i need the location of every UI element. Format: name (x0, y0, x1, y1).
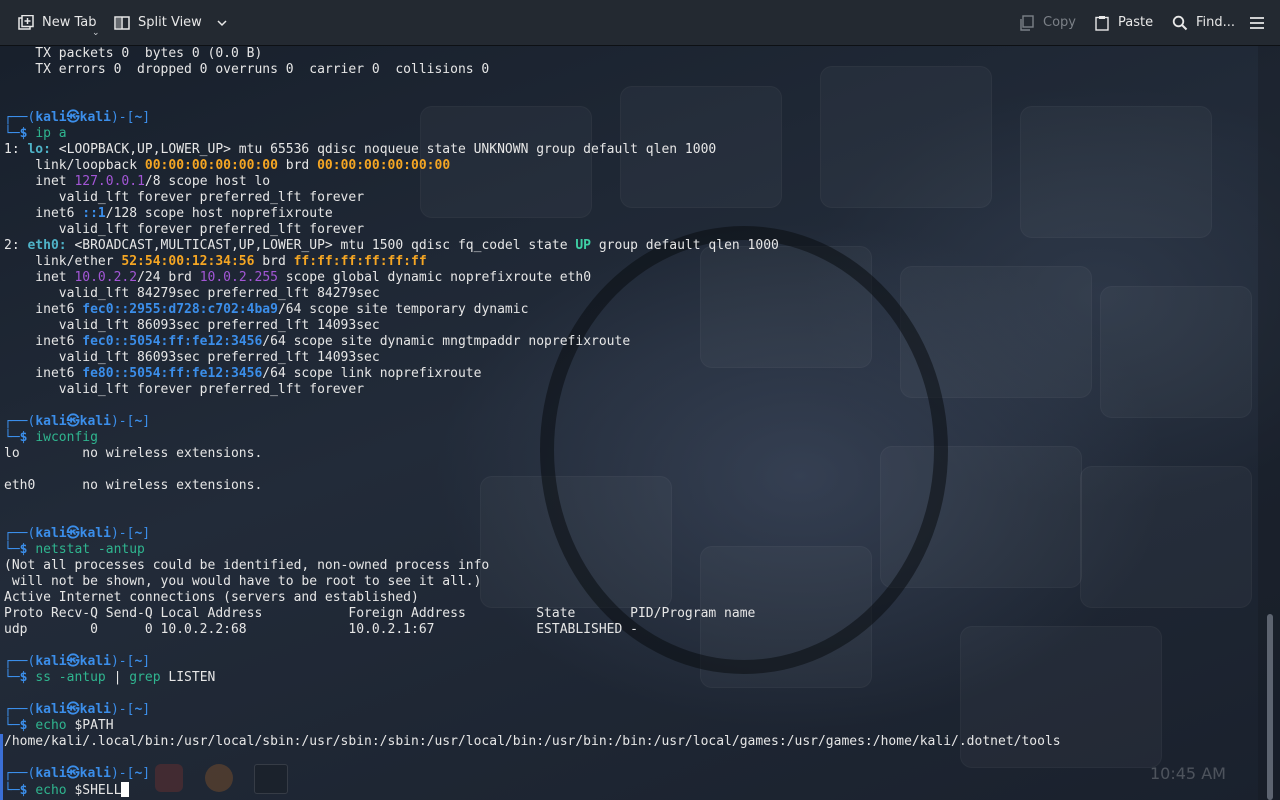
terminal-line: TX errors 0 dropped 0 overruns 0 carrier… (4, 62, 490, 77)
terminal-line: valid_lft forever preferred_lft forever (4, 190, 365, 205)
paste-label: Paste (1118, 15, 1154, 30)
copy-button[interactable]: Copy (1019, 0, 1076, 45)
find-label: Find... (1196, 15, 1236, 30)
copy-label: Copy (1043, 15, 1076, 30)
split-view-button[interactable]: Split View (114, 0, 228, 45)
terminal-line: valid_lft 84279sec preferred_lft 84279se… (4, 286, 380, 301)
current-command-line[interactable]: └─$ echo $SHELL (4, 782, 130, 798)
prompt-line: ┌──(kali㉿kali)-[~] (4, 766, 151, 781)
command-line: └─$ netstat -antup (4, 542, 145, 557)
split-view-icon (114, 15, 130, 31)
hamburger-menu-button[interactable] (1250, 0, 1264, 45)
prompt-line: ┌──(kali㉿kali)-[~] (4, 110, 151, 125)
terminal-line: inet6 fe80::5054:ff:fe12:3456/64 scope l… (4, 366, 482, 381)
text-cursor (121, 782, 130, 797)
terminal-line: 1: lo: <LOOPBACK,UP,LOWER_UP> mtu 65536 … (4, 142, 717, 157)
new-tab-button[interactable]: New Tab (18, 0, 97, 45)
terminal-line: valid_lft forever preferred_lft forever (4, 222, 365, 237)
terminal-line: valid_lft 86093sec preferred_lft 14093se… (4, 350, 380, 365)
new-tab-icon (18, 14, 34, 31)
terminal-line: udp 0 0 10.0.2.2:68 10.0.2.1:67 ESTABLIS… (4, 622, 638, 637)
taskbar-ghost-app-icons (150, 762, 290, 794)
prompt-line: ┌──(kali㉿kali)-[~] (4, 654, 151, 669)
new-tab-dropdown-icon[interactable]: ⌄ (92, 28, 100, 38)
terminal-line: eth0 no wireless extensions. (4, 478, 263, 493)
terminal-line: lo no wireless extensions. (4, 446, 263, 461)
terminal-line: valid_lft forever preferred_lft forever (4, 382, 365, 397)
terminal-output[interactable]: 10:45 AM TX packets 0 bytes 0 (0.0 B) TX… (0, 46, 1258, 800)
terminal-line: Active Internet connections (servers and… (4, 590, 419, 605)
terminal-line: inet6 ::1/128 scope host noprefixroute (4, 206, 333, 221)
terminal-line: inet 127.0.0.1/8 scope host lo (4, 174, 271, 189)
terminal-line: inet6 fec0::5054:ff:fe12:3456/64 scope s… (4, 334, 631, 349)
terminal-line: 2: eth0: <BROADCAST,MULTICAST,UP,LOWER_U… (4, 238, 779, 253)
terminal-toolbar: New Tab ⌄ Split View Copy Paste Find... (0, 0, 1280, 46)
paste-button[interactable]: Paste (1094, 0, 1153, 45)
terminal-line: inet6 fec0::2955:d728:c702:4ba9/64 scope… (4, 302, 529, 317)
taskbar-ghost-clock: 10:45 AM (1150, 764, 1226, 783)
new-tab-label: New Tab (42, 15, 97, 30)
terminal-line: link/loopback 00:00:00:00:00:00 brd 00:0… (4, 158, 451, 173)
chevron-down-icon[interactable] (216, 17, 228, 29)
paste-icon (1094, 15, 1110, 31)
terminal-line: Proto Recv-Q Send-Q Local Address Foreig… (4, 606, 756, 621)
search-icon (1172, 15, 1188, 31)
terminal-line: will not be shown, you would have to be … (4, 574, 482, 589)
terminal-line: TX packets 0 bytes 0 (0.0 B) (4, 46, 263, 61)
command-line: └─$ ip a (4, 126, 67, 141)
copy-icon (1019, 14, 1035, 31)
terminal-line: /home/kali/.local/bin:/usr/local/sbin:/u… (4, 734, 1061, 749)
prompt-line: ┌──(kali㉿kali)-[~] (4, 702, 151, 717)
prompt-line: ┌──(kali㉿kali)-[~] (4, 414, 151, 429)
scrollbar-thumb[interactable] (1267, 614, 1273, 800)
hamburger-menu-icon (1250, 16, 1264, 30)
terminal-line: (Not all processes could be identified, … (4, 558, 490, 573)
split-view-label: Split View (138, 15, 202, 30)
command-line: └─$ ss -antup | grep LISTEN (4, 670, 216, 685)
prompt-line: ┌──(kali㉿kali)-[~] (4, 526, 151, 541)
command-line: └─$ iwconfig (4, 430, 98, 445)
terminal-line: link/ether 52:54:00:12:34:56 brd ff:ff:f… (4, 254, 427, 269)
command-line: └─$ echo $PATH (4, 718, 114, 733)
terminal-line: inet 10.0.2.2/24 brd 10.0.2.255 scope gl… (4, 270, 592, 285)
terminal-line: valid_lft 86093sec preferred_lft 14093se… (4, 318, 380, 333)
find-button[interactable]: Find... (1172, 0, 1235, 45)
active-line-marker (0, 734, 3, 800)
